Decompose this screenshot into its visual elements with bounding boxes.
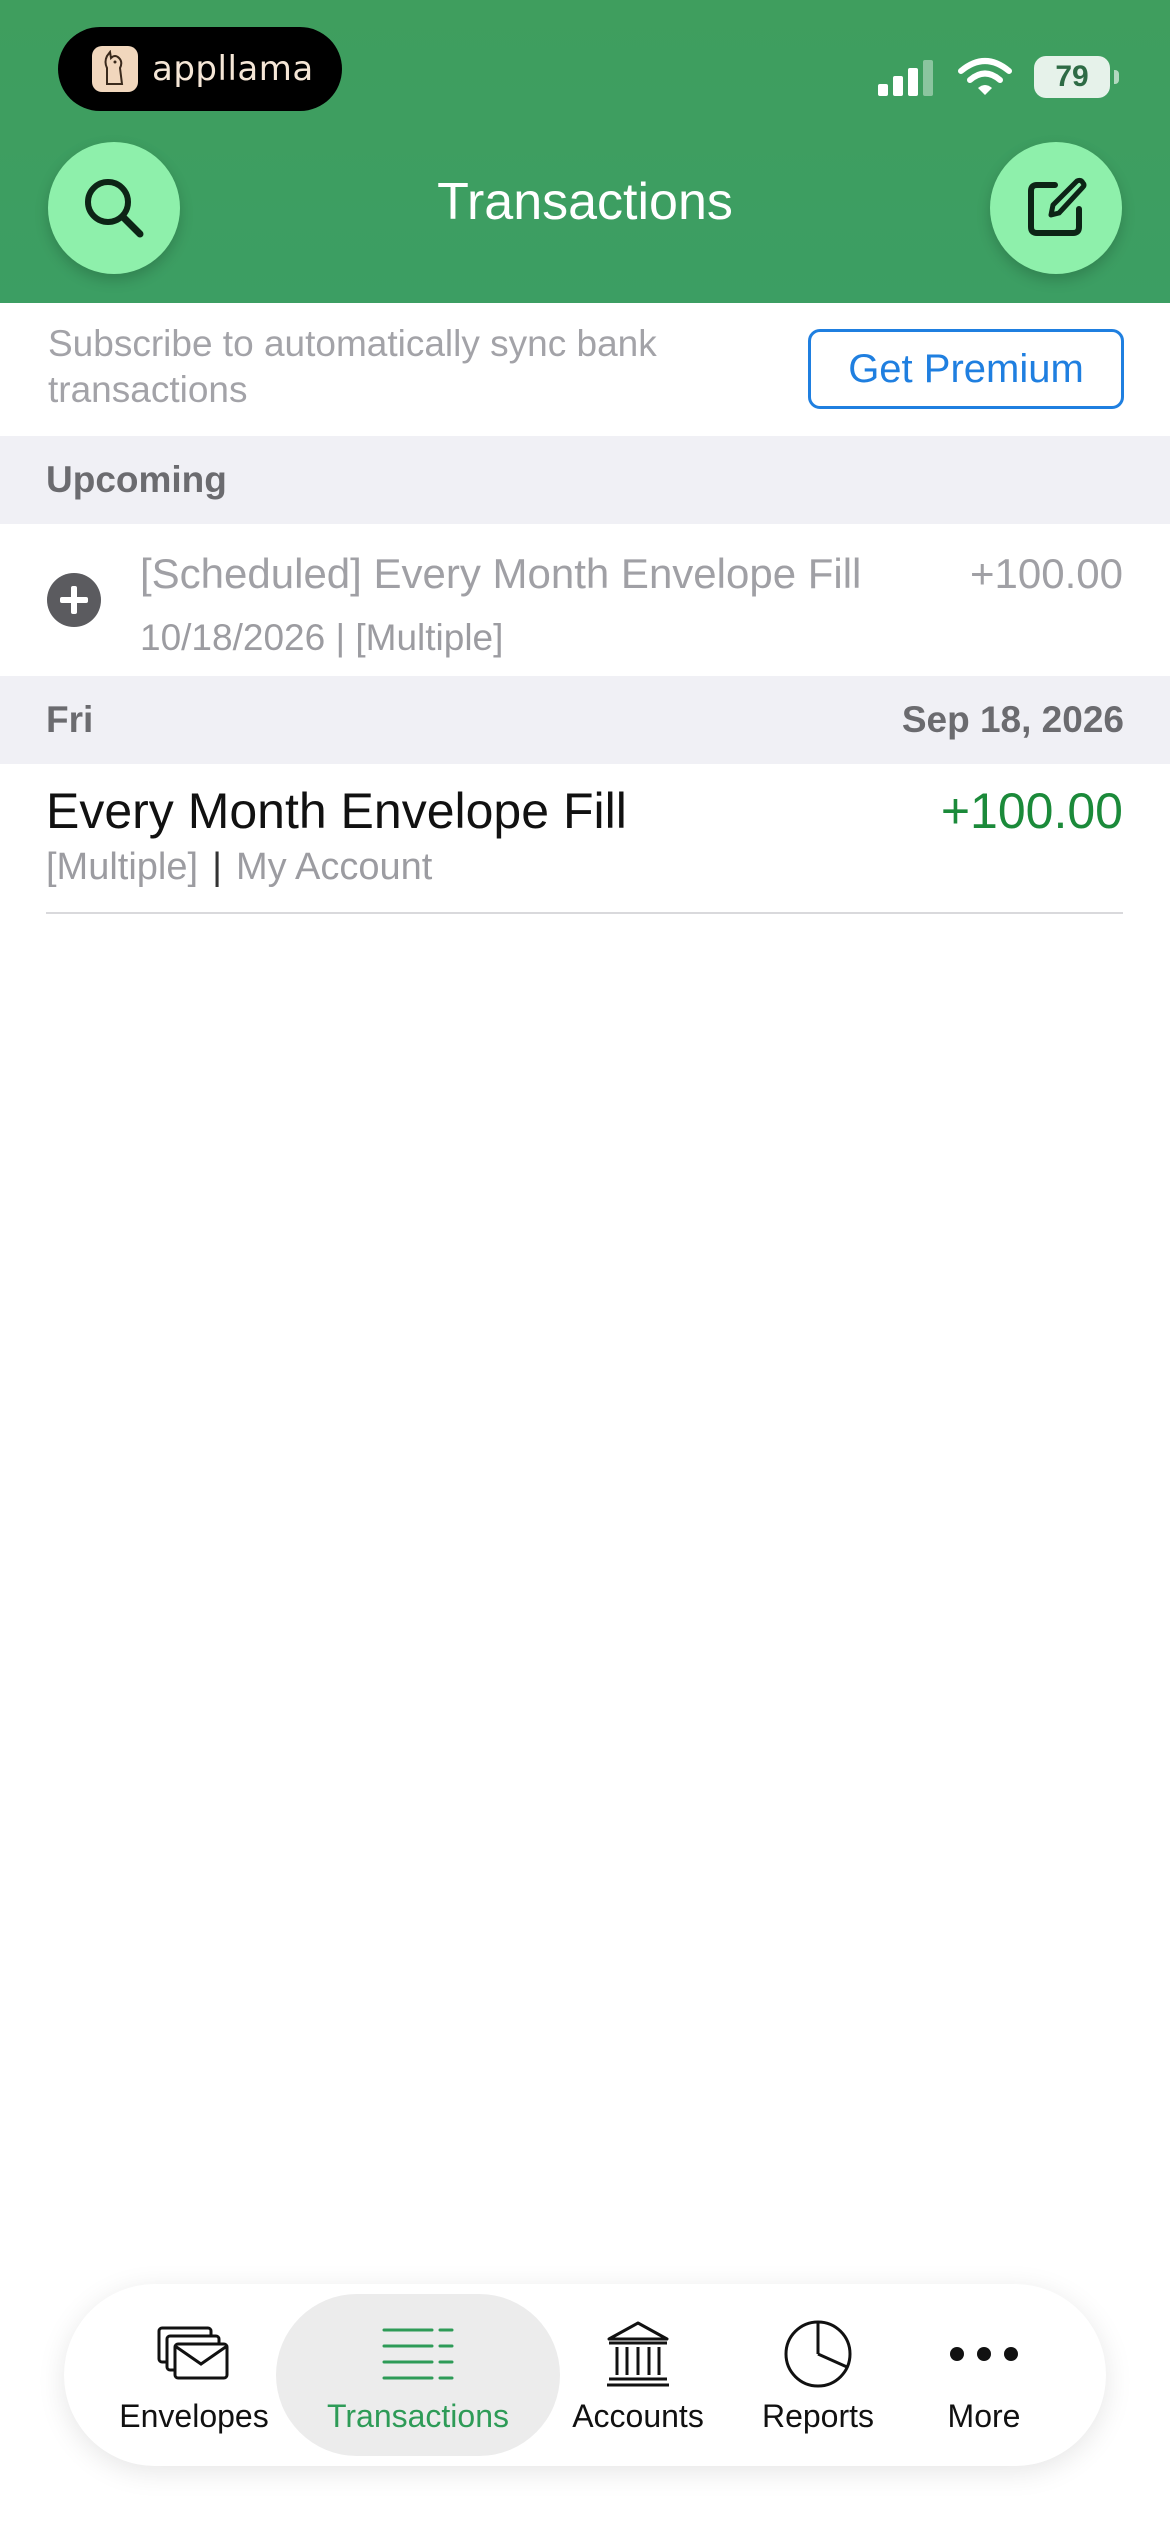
brand-name: appllama xyxy=(152,49,314,89)
tab-label: Transactions xyxy=(327,2397,509,2434)
pie-chart-icon xyxy=(784,2320,852,2387)
more-dots-icon xyxy=(950,2346,1018,2361)
transactions-list-icon xyxy=(382,2328,454,2379)
scheduled-transaction-name: [Scheduled] Every Month Envelope Fill xyxy=(140,550,862,597)
bank-icon xyxy=(607,2321,669,2386)
scheduled-transaction-amount: +100.00 xyxy=(970,550,1123,597)
status-indicators: 79 xyxy=(878,52,1119,102)
section-date: Sep 18, 2026 xyxy=(901,699,1124,740)
transaction-envelope: [Multiple] xyxy=(46,846,199,888)
llama-logo-icon xyxy=(92,46,138,92)
section-header-upcoming: Upcoming xyxy=(0,436,1170,524)
transaction-name: Every Month Envelope Fill xyxy=(46,783,627,839)
battery-level: 79 xyxy=(1055,60,1089,93)
section-label: Upcoming xyxy=(46,459,227,500)
get-premium-button[interactable]: Get Premium xyxy=(808,329,1124,409)
meta-separator: | xyxy=(212,846,222,888)
tab-transactions[interactable]: Transactions xyxy=(278,2284,558,2466)
app-header: appllama 79 Transactions xyxy=(0,0,1170,303)
envelopes-icon xyxy=(157,2326,229,2379)
transaction-row[interactable]: Every Month Envelope Fill +100.00 [Multi… xyxy=(0,764,1170,914)
scheduled-transaction-row[interactable]: [Scheduled] Every Month Envelope Fill +1… xyxy=(0,524,1170,674)
tab-more[interactable]: More xyxy=(914,2284,1054,2466)
battery-indicator: 79 xyxy=(1034,56,1119,98)
compose-icon xyxy=(1028,177,1087,236)
cellular-signal-icon xyxy=(878,60,933,96)
wifi-icon xyxy=(958,58,1012,95)
scheduled-transaction-details: 10/18/2026 | [Multiple] xyxy=(140,617,504,658)
app-brand-pill: appllama xyxy=(58,27,342,111)
add-circle-icon[interactable] xyxy=(46,572,102,628)
promo-message: Subscribe to automatically sync bank tra… xyxy=(48,323,657,410)
tab-label: Envelopes xyxy=(119,2397,269,2434)
tab-reports[interactable]: Reports xyxy=(738,2284,898,2466)
new-transaction-button[interactable] xyxy=(990,142,1122,274)
transaction-account: My Account xyxy=(235,846,433,888)
transaction-meta: [Multiple] | My Account xyxy=(46,846,432,889)
premium-promo-banner: Subscribe to automatically sync bank tra… xyxy=(0,303,1170,435)
tab-label: Reports xyxy=(761,2397,875,2434)
section-header-date: Fri Sep 18, 2026 xyxy=(0,676,1170,764)
tab-accounts[interactable]: Accounts xyxy=(558,2284,718,2466)
transaction-amount: +100.00 xyxy=(940,783,1123,839)
bottom-tab-bar: Envelopes Transactions Accounts Reports … xyxy=(64,2284,1106,2466)
tab-label: Accounts xyxy=(572,2397,704,2434)
tab-label: More xyxy=(947,2397,1021,2434)
tab-envelopes[interactable]: Envelopes xyxy=(104,2284,284,2466)
row-divider xyxy=(46,912,1123,914)
section-weekday: Fri xyxy=(46,699,94,740)
